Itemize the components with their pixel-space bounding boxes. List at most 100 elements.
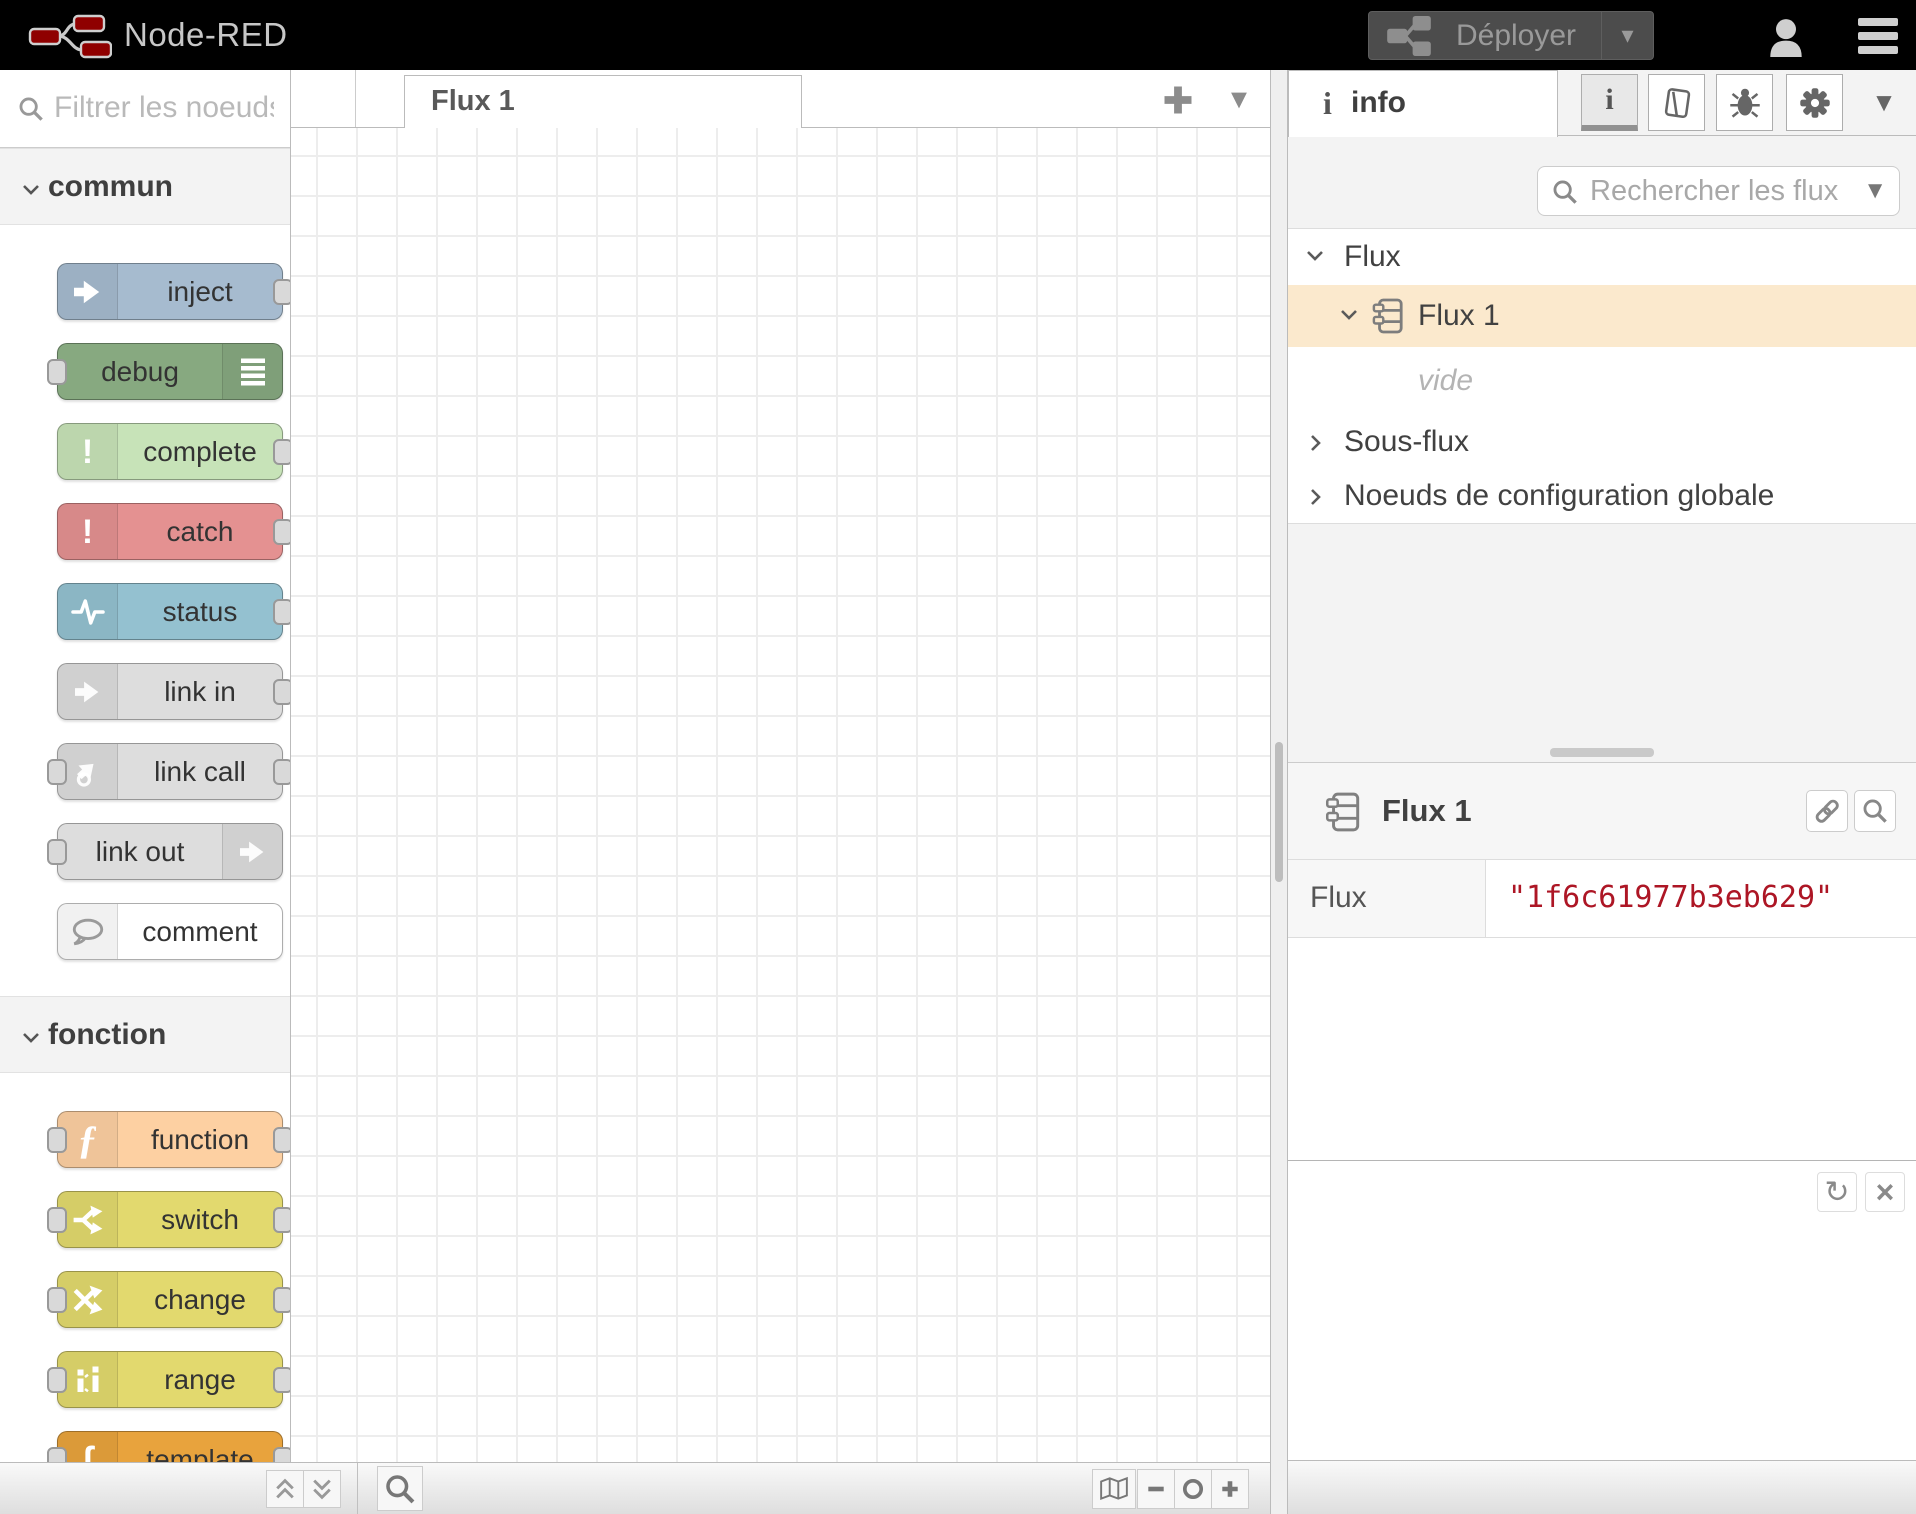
canvas-search-button[interactable] (377, 1466, 423, 1511)
chevron-down-icon[interactable] (1306, 249, 1324, 267)
palette-node-switch[interactable]: switch (57, 1191, 283, 1248)
palette-filter[interactable] (0, 70, 290, 148)
flow-search-input[interactable] (1590, 167, 1840, 215)
node-output-port[interactable] (273, 1127, 291, 1153)
tree-row-label: vide (1418, 347, 1473, 415)
inject-arrow-icon (58, 264, 118, 319)
palette-node-label: link out (58, 824, 222, 879)
node-input-port[interactable] (47, 839, 67, 865)
user-button[interactable] (1762, 17, 1810, 57)
copy-link-button[interactable] (1806, 790, 1848, 832)
node-output-port[interactable] (273, 599, 291, 625)
node-output-port[interactable] (273, 439, 291, 465)
node-input-port[interactable] (47, 1367, 67, 1393)
node-output-port[interactable] (273, 679, 291, 705)
palette-node-catch[interactable]: !catch (57, 503, 283, 560)
close-icon: × (1876, 1174, 1895, 1211)
chevron-right-icon[interactable] (1308, 434, 1326, 457)
flow-search-box[interactable]: ▼ (1537, 166, 1900, 216)
tree-row-flux[interactable]: Flux (1288, 229, 1916, 285)
tree-row-flux-1[interactable]: Flux 1 (1288, 285, 1916, 347)
node-input-port[interactable] (47, 1207, 67, 1233)
palette-node-debug[interactable]: debug (57, 343, 283, 400)
focus-search-button[interactable] (1854, 790, 1896, 832)
node-palette: commun inject debug !complete !catch status li… (0, 70, 291, 1462)
node-output-port[interactable] (273, 1367, 291, 1393)
node-input-port[interactable] (47, 1127, 67, 1153)
sidebar-tab-bar: i info i (1288, 70, 1916, 136)
palette-node-complete[interactable]: !complete (57, 423, 283, 480)
node-input-port[interactable] (47, 359, 67, 385)
exclamation-icon: ! (58, 504, 118, 559)
deploy-nodes-icon (1387, 16, 1431, 56)
flow-list-caret-icon[interactable]: ▼ (1219, 78, 1259, 120)
node-output-port[interactable] (273, 279, 291, 305)
palette-node-change[interactable]: change (57, 1271, 283, 1328)
sidebar-mini-tab-debug[interactable] (1716, 74, 1773, 131)
deploy-button[interactable]: Déployer ▾ (1368, 11, 1654, 60)
sidebar-resize-grip[interactable] (1275, 742, 1283, 882)
detail-row-value[interactable]: "1f6c61977b3eb629" (1508, 860, 1833, 937)
palette-node-comment[interactable]: comment (57, 903, 283, 960)
node-input-port[interactable] (47, 759, 67, 785)
add-flow-button[interactable] (1160, 82, 1196, 118)
search-options-caret-icon[interactable]: ▼ (1863, 167, 1887, 215)
map-icon (1099, 1476, 1129, 1502)
tree-row-label: Sous-flux (1344, 415, 1469, 469)
tab-flux-1[interactable]: Flux 1 (404, 75, 802, 128)
chevron-down-icon[interactable] (1340, 308, 1358, 326)
palette-node-range[interactable]: range (57, 1351, 283, 1408)
panel-resize-grip[interactable] (1550, 748, 1654, 757)
sidebar-mini-tab-config[interactable] (1786, 74, 1843, 131)
palette-node-link-call[interactable]: link call (57, 743, 283, 800)
palette-node-label: range (118, 1352, 282, 1407)
deploy-button-label: Déployer (1431, 19, 1601, 53)
tree-row-sous-flux[interactable]: Sous-flux (1288, 415, 1916, 469)
right-sidebar: i info i (1288, 70, 1916, 1514)
sidebar-mini-tab-help[interactable] (1648, 74, 1705, 131)
palette-node-label: comment (118, 904, 282, 959)
node-output-port[interactable] (273, 519, 291, 545)
node-input-port[interactable] (47, 1447, 67, 1463)
node-output-port[interactable] (273, 1207, 291, 1233)
close-panel-button[interactable]: × (1865, 1172, 1905, 1212)
flow-icon (1324, 791, 1362, 833)
palette-node-template[interactable]: ʃtemplate (57, 1431, 283, 1462)
flow-detail-title: Flux 1 (1382, 763, 1472, 859)
expand-categories-button[interactable] (303, 1470, 341, 1508)
zoom-reset-button[interactable] (1174, 1469, 1212, 1509)
sidebar-tabs-caret-icon[interactable]: ▼ (1862, 74, 1906, 131)
node-output-port[interactable] (273, 1287, 291, 1313)
switch-icon (58, 1192, 118, 1247)
refresh-button[interactable]: ↻ (1817, 1172, 1857, 1212)
collapse-categories-button[interactable] (266, 1470, 304, 1508)
refresh-icon: ↻ (1824, 1175, 1849, 1210)
palette-node-label: change (118, 1272, 282, 1327)
zoom-in-button[interactable] (1211, 1469, 1249, 1509)
sidebar-mini-tab-info[interactable]: i (1581, 74, 1638, 131)
palette-category-commun[interactable]: commun (0, 148, 290, 225)
double-chevron-up-icon (274, 1478, 296, 1500)
palette-node-function[interactable]: ƒfunction (57, 1111, 283, 1168)
deploy-options-caret-icon[interactable]: ▾ (1601, 12, 1653, 59)
link-arrow-icon (222, 824, 282, 879)
minimap-toggle-button[interactable] (1092, 1469, 1136, 1509)
tree-row-noeuds-de-configuration-globale[interactable]: Noeuds de configuration globale (1288, 469, 1916, 523)
zoom-out-button[interactable] (1137, 1469, 1175, 1509)
flow-canvas[interactable] (291, 128, 1270, 1462)
node-output-port[interactable] (273, 1447, 291, 1463)
chevron-right-icon[interactable] (1308, 488, 1326, 511)
template-icon: ʃ (58, 1432, 118, 1462)
palette-category-fonction[interactable]: fonction (0, 996, 290, 1073)
double-chevron-down-icon (311, 1478, 333, 1500)
palette-node-inject[interactable]: inject (57, 263, 283, 320)
palette-category-label: commun (48, 149, 173, 224)
palette-node-link-out[interactable]: link out (57, 823, 283, 880)
palette-node-status[interactable]: status (57, 583, 283, 640)
sidebar-tab-info[interactable]: i info (1288, 70, 1558, 137)
main-menu-button[interactable] (1858, 17, 1902, 55)
node-output-port[interactable] (273, 759, 291, 785)
node-input-port[interactable] (47, 1287, 67, 1313)
palette-node-link-in[interactable]: link in (57, 663, 283, 720)
palette-filter-input[interactable] (54, 70, 274, 146)
